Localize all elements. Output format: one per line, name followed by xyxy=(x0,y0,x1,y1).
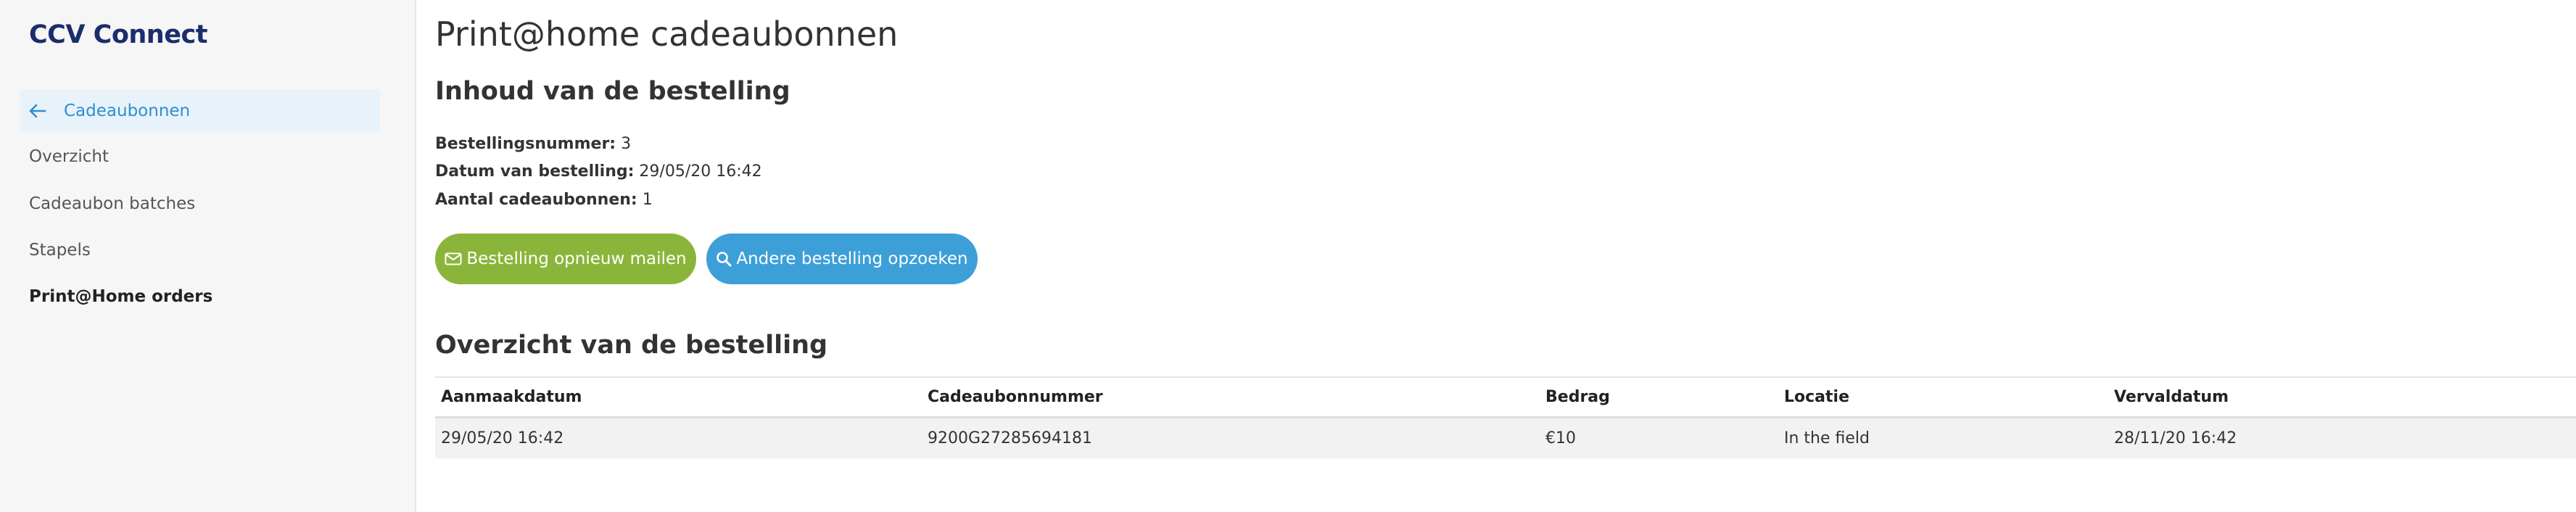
order-date-value: 29/05/20 16:42 xyxy=(639,162,762,181)
content-heading: Inhoud van de bestelling xyxy=(435,77,790,106)
overview-heading: Overzicht van de bestelling xyxy=(435,331,828,360)
cell-vervaldatum: 28/11/20 16:42 xyxy=(2114,429,2237,447)
resend-order-label: Bestelling opnieuw mailen xyxy=(466,249,687,268)
voucher-count-line: Aantal cadeaubonnen: 1 xyxy=(435,191,653,209)
sidebar: CCV Connect Cadeaubonnen Overzicht Cadea… xyxy=(0,0,416,512)
voucher-count-value: 1 xyxy=(642,191,653,209)
order-date-label: Datum van bestelling: xyxy=(435,162,635,181)
order-date-line: Datum van bestelling: 29/05/20 16:42 xyxy=(435,162,762,181)
table-row: 29/05/20 16:42 9200G27285694181 €10 In t… xyxy=(435,418,2576,458)
brand-logo[interactable]: CCV Connect xyxy=(29,20,207,49)
cell-aanmaakdatum: 29/05/20 16:42 xyxy=(441,429,564,447)
order-number-value: 3 xyxy=(621,135,632,153)
main-content: Print@home cadeaubonnen Inhoud van de be… xyxy=(435,0,2576,512)
lookup-order-label: Andere bestelling opzoeken xyxy=(736,249,968,268)
column-header-locatie: Locatie xyxy=(1784,388,1849,406)
column-header-bedrag: Bedrag xyxy=(1545,388,1610,406)
resend-order-button[interactable]: Bestelling opnieuw mailen xyxy=(435,234,696,284)
table-header-row: Aanmaakdatum Cadeaubonnummer Bedrag Loca… xyxy=(435,378,2576,418)
search-icon xyxy=(716,251,732,267)
voucher-count-label: Aantal cadeaubonnen: xyxy=(435,191,637,209)
column-header-aanmaakdatum: Aanmaakdatum xyxy=(441,388,582,406)
page-title: Print@home cadeaubonnen xyxy=(435,15,899,54)
column-header-vervaldatum: Vervaldatum xyxy=(2114,388,2229,406)
lookup-order-button[interactable]: Andere bestelling opzoeken xyxy=(706,234,978,284)
sidebar-item-cadeaubon-batches[interactable]: Cadeaubon batches xyxy=(29,194,195,213)
order-number-line: Bestellingsnummer: 3 xyxy=(435,135,631,153)
sidebar-back-cadeaubonnen[interactable]: Cadeaubonnen xyxy=(20,89,380,133)
order-table: Aanmaakdatum Cadeaubonnummer Bedrag Loca… xyxy=(435,376,2576,458)
order-number-label: Bestellingsnummer: xyxy=(435,135,616,153)
sidebar-item-printhome-orders[interactable]: Print@Home orders xyxy=(29,287,212,306)
cell-bedrag: €10 xyxy=(1545,429,1576,447)
arrow-left-icon xyxy=(29,103,48,119)
sidebar-item-stapels[interactable]: Stapels xyxy=(29,241,91,260)
column-header-cadeaubonnummer: Cadeaubonnummer xyxy=(928,388,1103,406)
cell-locatie: In the field xyxy=(1784,429,1870,447)
cell-cadeaubonnummer: 9200G27285694181 xyxy=(928,429,1093,447)
sidebar-back-label: Cadeaubonnen xyxy=(64,102,191,120)
envelope-icon xyxy=(445,252,462,265)
sidebar-item-overzicht[interactable]: Overzicht xyxy=(29,147,109,166)
